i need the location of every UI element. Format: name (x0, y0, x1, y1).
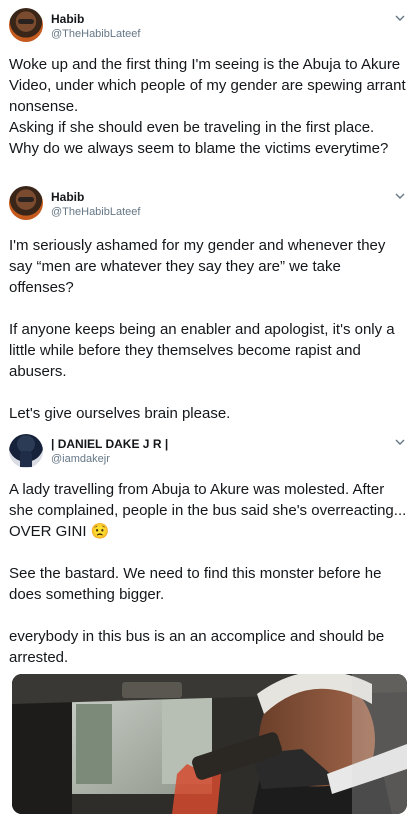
video-thumbnail[interactable] (12, 674, 407, 814)
display-name[interactable]: Habib (51, 12, 84, 26)
user-handle[interactable]: @TheHabibLateef (51, 206, 140, 218)
tweet-text: I'm seriously ashamed for my gender and … (9, 237, 395, 422)
chevron-down-icon[interactable] (394, 12, 406, 24)
tweet-habib-1[interactable]: Habib @TheHabibLateef Woke up and the fi… (0, 0, 413, 180)
tweet-text: A lady travelling from Abuja to Akure wa… (9, 481, 407, 666)
user-handle[interactable]: @iamdakejr (51, 453, 110, 465)
chevron-down-icon[interactable] (394, 190, 406, 202)
display-name[interactable]: | DANIEL DAKE J R | (51, 437, 168, 451)
user-handle[interactable]: @TheHabibLateef (51, 28, 140, 40)
avatar[interactable] (9, 8, 43, 42)
tweet-habib-2[interactable]: Habib @TheHabibLateef I'm seriously asha… (0, 180, 413, 428)
display-name[interactable]: Habib (51, 190, 84, 204)
avatar[interactable] (9, 186, 43, 220)
tweet-text: Woke up and the first thing I'm seeing i… (9, 56, 406, 157)
avatar[interactable] (9, 434, 43, 468)
chevron-down-icon[interactable] (394, 436, 406, 448)
tweet-daniel[interactable]: | DANIEL DAKE J R | @iamdakejr A lady tr… (0, 428, 413, 818)
video-frame (12, 674, 407, 814)
